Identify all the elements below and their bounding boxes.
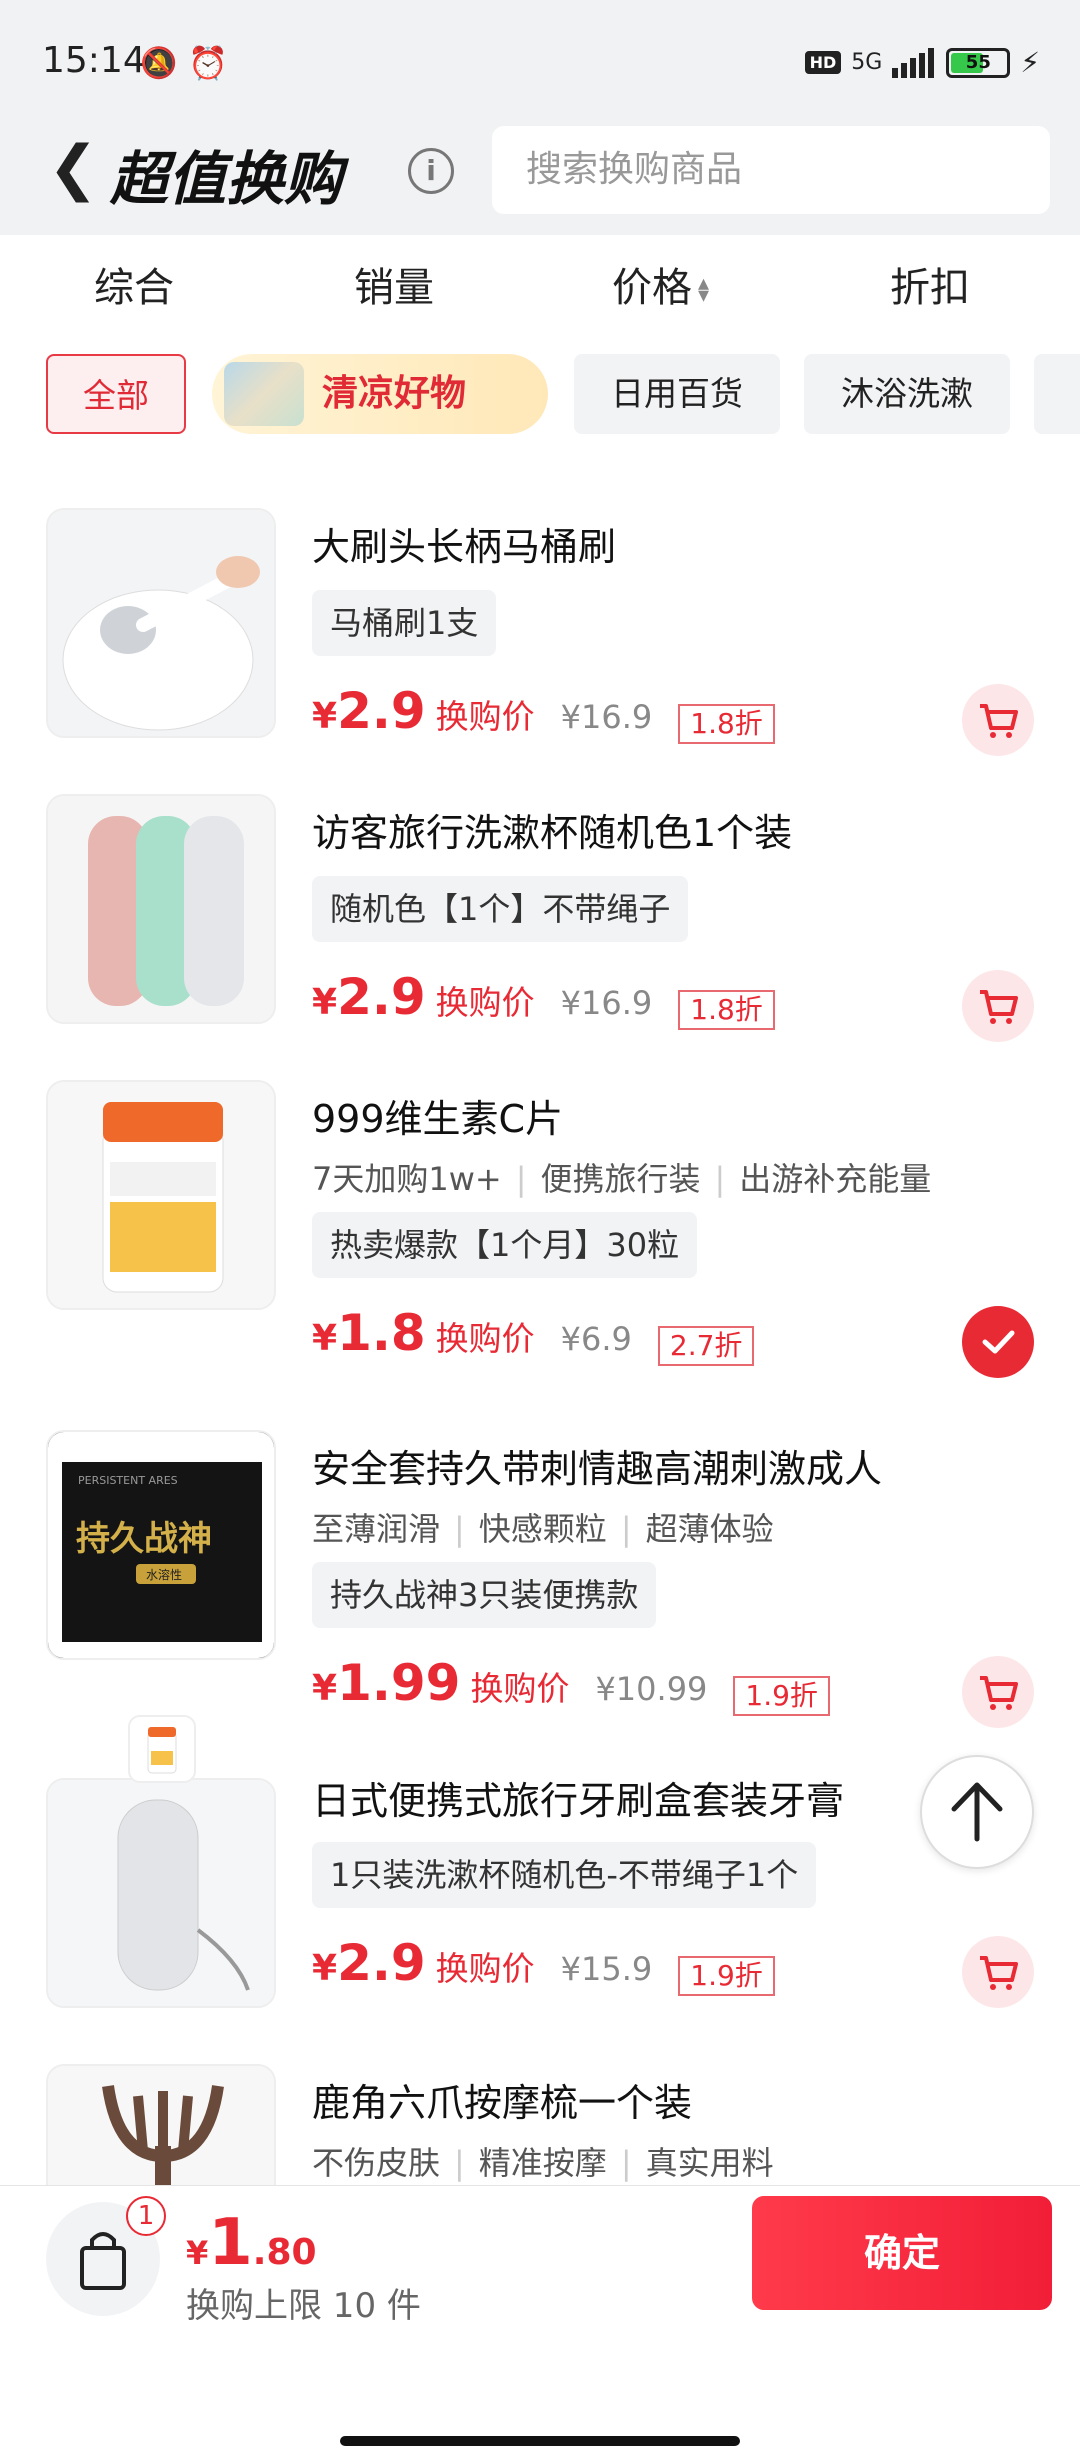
add-to-cart-button[interactable] <box>962 970 1034 1042</box>
hd-icon: HD <box>804 51 842 74</box>
product-name: 鹿角六爪按摩梳一个装 <box>312 2081 693 2125</box>
page-title: 超值换购 <box>110 145 343 213</box>
product-image <box>46 508 276 738</box>
battery-icon: 55 <box>946 47 1011 78</box>
chip-bath-wash[interactable]: 沐浴洗漱 <box>804 354 1010 434</box>
product-image <box>46 2064 276 2185</box>
product-name: 安全套持久带刺情趣高潮刺激成人 <box>312 1447 883 1491</box>
product-spec[interactable]: 热卖爆款【1个月】30粒 <box>312 1212 698 1278</box>
chip-next[interactable] <box>1034 354 1080 434</box>
product-price: ¥2.9 换购价 ¥15.9 1.9折 <box>312 1934 775 1996</box>
sort-sales[interactable]: 销量 <box>354 255 434 313</box>
chip-all[interactable]: 全部 <box>46 354 186 434</box>
sort-comprehensive[interactable]: 综合 <box>94 255 174 313</box>
check-icon <box>982 1330 1015 1354</box>
network-label: 5G <box>851 50 883 75</box>
signal-icon <box>892 47 935 78</box>
add-to-cart-button[interactable] <box>962 1936 1034 2008</box>
promo-image <box>224 362 304 426</box>
product-name: 日式便携式旅行牙刷盒套装牙膏 <box>312 1779 845 1823</box>
selected-check-button[interactable] <box>962 1306 1034 1378</box>
product-list: 大刷头长柄马桶刷 马桶刷1支 ¥2.9 换购价 ¥16.9 1.8折 访客旅行洗漱杯随… <box>0 440 1080 2185</box>
status-time: 15:14 <box>42 40 146 81</box>
cart-icon <box>980 1956 1018 1990</box>
product-name: 999维生素C片 <box>312 1097 564 1141</box>
header: ❮ 超值换购 i 搜索换购商品 <box>0 120 1080 220</box>
cart-icon <box>980 990 1018 1024</box>
cart-count-badge: 1 <box>126 2196 166 2236</box>
alarm-icon: ⏰ <box>188 44 228 82</box>
add-to-cart-button[interactable] <box>962 684 1034 756</box>
product-image <box>46 1778 276 2008</box>
sort-discount[interactable]: 折扣 <box>890 255 970 313</box>
back-to-top-button[interactable] <box>920 1755 1034 1869</box>
svg-text:PERSISTENT ARES: PERSISTENT ARES <box>78 1474 178 1487</box>
total-price: ¥1.80 <box>186 2206 317 2280</box>
svg-text:持久战神: 持久战神 <box>76 1519 212 1559</box>
search-input[interactable]: 搜索换购商品 <box>492 126 1050 214</box>
confirm-button[interactable]: 确定 <box>752 2196 1052 2310</box>
product-price: ¥2.9 换购价 ¥16.9 1.8折 <box>312 682 775 744</box>
product-tags: 至薄润滑 | 快感颗粒 | 超薄体验 <box>312 1510 774 1548</box>
product-image: PERSISTENT ARES 持久战神水溶性 <box>46 1430 276 1660</box>
category-chips: 全部 清凉好物 日用百货 沐浴洗漱 <box>0 350 1080 440</box>
product-spec[interactable]: 1只装洗漱杯随机色-不带绳子1个 <box>312 1842 817 1908</box>
info-icon[interactable]: i <box>408 148 454 194</box>
product-image <box>46 794 276 1024</box>
product-image <box>46 1080 276 1310</box>
product-tags: 不伤皮肤 | 精准按摩 | 真实用料 <box>312 2144 774 2182</box>
product-name: 访客旅行洗漱杯随机色1个装 <box>312 811 793 855</box>
sort-bar: 综合 销量 价格 ▴ ▾ 折扣 <box>0 235 1080 330</box>
bottom-bar: 1 ¥1.80 换购上限 10 件 确定 <box>0 2185 1080 2460</box>
product-name: 大刷头长柄马桶刷 <box>312 525 617 569</box>
cart-icon <box>980 1676 1018 1710</box>
home-indicator[interactable] <box>340 2436 740 2446</box>
chip-daily-goods[interactable]: 日用百货 <box>574 354 780 434</box>
cart-icon <box>980 704 1018 738</box>
product-spec[interactable]: 马桶刷1支 <box>312 590 497 656</box>
status-icons: HD 5G 55 ⚡ <box>804 46 1040 79</box>
purchase-limit: 换购上限 10 件 <box>186 2286 421 2326</box>
floating-mini-thumbnail[interactable] <box>128 1715 196 1783</box>
svg-text:水溶性: 水溶性 <box>146 1567 182 1582</box>
product-price: ¥2.9 换购价 ¥16.9 1.8折 <box>312 968 775 1030</box>
product-price: ¥1.99 换购价 ¥10.99 1.9折 <box>312 1654 830 1716</box>
arrow-up-icon <box>951 1782 1003 1842</box>
mute-icon: 🔕 <box>140 46 178 81</box>
sort-arrows-icon: ▴ ▾ <box>698 271 710 308</box>
sort-price[interactable]: 价格 ▴ ▾ <box>612 255 709 313</box>
chip-cool-goods[interactable]: 清凉好物 <box>212 354 548 434</box>
product-tags: 7天加购1w+ | 便携旅行装 | 出游补充能量 <box>312 1160 932 1198</box>
product-spec[interactable]: 持久战神3只装便携款 <box>312 1562 657 1628</box>
top-bar: 15:14 🔕 ⏰ HD 5G 55 ⚡ ❮ 超值换购 i 搜索换购商品 <box>0 0 1080 235</box>
back-button[interactable]: ❮ <box>48 138 98 198</box>
product-spec[interactable]: 随机色【1个】不带绳子 <box>312 876 689 942</box>
product-price: ¥1.8 换购价 ¥6.9 2.7折 <box>312 1304 755 1366</box>
add-to-cart-button[interactable] <box>962 1656 1034 1728</box>
charging-icon: ⚡ <box>1020 46 1040 79</box>
